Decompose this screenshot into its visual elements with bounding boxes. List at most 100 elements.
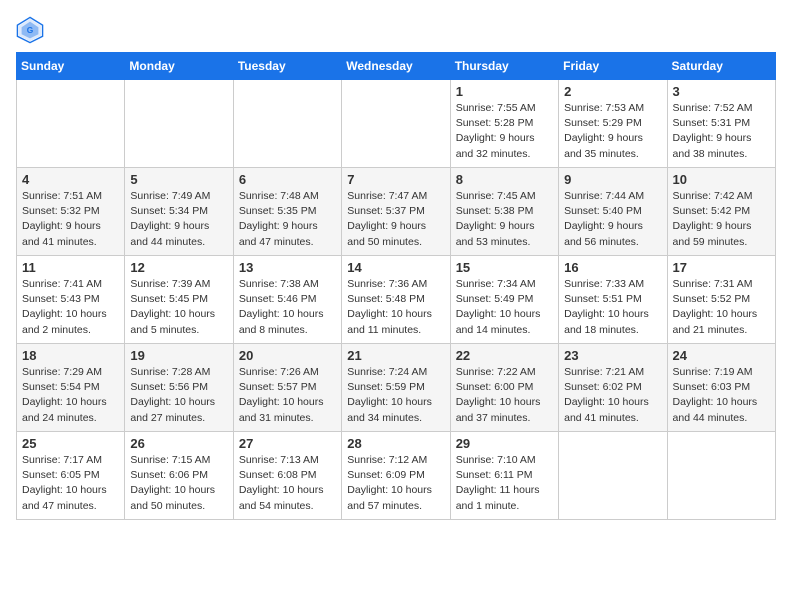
day-info: Sunrise: 7:26 AM Sunset: 5:57 PM Dayligh…: [239, 365, 336, 426]
calendar-body: 1Sunrise: 7:55 AM Sunset: 5:28 PM Daylig…: [17, 80, 776, 520]
day-info: Sunrise: 7:12 AM Sunset: 6:09 PM Dayligh…: [347, 453, 444, 514]
week-row-2: 4 Sunrise: 7:51 AM Sunset: 5:32 PM Daylig…: [17, 168, 776, 256]
calendar-cell: [342, 80, 450, 168]
calendar-cell: 19Sunrise: 7:28 AM Sunset: 5:56 PM Dayli…: [125, 344, 233, 432]
day-number: 27: [239, 436, 336, 451]
calendar-cell: 2 Sunrise: 7:53 AM Sunset: 5:29 PM Daylig…: [559, 80, 667, 168]
calendar-cell: 18 Sunrise: 7:29 AM Sunset: 5:54 PM Dayli…: [17, 344, 125, 432]
calendar-cell: 27 Sunrise: 7:13 AM Sunset: 6:08 PM Dayli…: [233, 432, 341, 520]
weekday-header-friday: Friday: [559, 53, 667, 80]
day-number: 14: [347, 260, 444, 275]
day-info: Sunrise: 7:21 AM Sunset: 6:02 PM Dayligh…: [564, 365, 661, 426]
calendar-cell: [667, 432, 775, 520]
day-number: 2: [564, 84, 661, 99]
day-info: Sunrise: 7:33 AM Sunset: 5:51 PM Dayligh…: [564, 277, 661, 338]
calendar-cell: 3 Sunrise: 7:52 AM Sunset: 5:31 PM Daylig…: [667, 80, 775, 168]
calendar-cell: 23 Sunrise: 7:21 AM Sunset: 6:02 PM Dayli…: [559, 344, 667, 432]
calendar-cell: 9 Sunrise: 7:44 AM Sunset: 5:40 PM Daylig…: [559, 168, 667, 256]
calendar-cell: [17, 80, 125, 168]
day-info: Sunrise: 7:24 AM Sunset: 5:59 PM Dayligh…: [347, 365, 444, 426]
day-number: 8: [456, 172, 553, 187]
calendar-cell: 12 Sunrise: 7:39 AM Sunset: 5:45 PM Dayli…: [125, 256, 233, 344]
calendar-cell: 16 Sunrise: 7:33 AM Sunset: 5:51 PM Dayli…: [559, 256, 667, 344]
day-number: 20: [239, 348, 336, 363]
day-number: 1: [456, 84, 553, 99]
page-header: G: [16, 16, 776, 44]
weekday-header-sunday: Sunday: [17, 53, 125, 80]
day-number: 22: [456, 348, 553, 363]
day-number: 9: [564, 172, 661, 187]
day-number: 24: [673, 348, 770, 363]
day-info: Sunrise: 7:19 AM Sunset: 6:03 PM Dayligh…: [673, 365, 770, 426]
day-info: Sunrise: 7:36 AM Sunset: 5:48 PM Dayligh…: [347, 277, 444, 338]
day-info: Sunrise: 7:48 AM Sunset: 5:35 PM Dayligh…: [239, 189, 336, 250]
day-number: 3: [673, 84, 770, 99]
day-info: Sunrise: 7:39 AM Sunset: 5:45 PM Dayligh…: [130, 277, 227, 338]
day-info: Sunrise: 7:15 AM Sunset: 6:06 PM Dayligh…: [130, 453, 227, 514]
weekday-header-row: SundayMondayTuesdayWednesdayThursdayFrid…: [17, 53, 776, 80]
weekday-header-saturday: Saturday: [667, 53, 775, 80]
day-info: Sunrise: 7:13 AM Sunset: 6:08 PM Dayligh…: [239, 453, 336, 514]
day-number: 18: [22, 348, 119, 363]
day-info: Sunrise: 7:41 AM Sunset: 5:43 PM Dayligh…: [22, 277, 119, 338]
day-number: 17: [673, 260, 770, 275]
calendar-cell: 14 Sunrise: 7:36 AM Sunset: 5:48 PM Dayli…: [342, 256, 450, 344]
day-number: 21: [347, 348, 444, 363]
calendar-cell: 4 Sunrise: 7:51 AM Sunset: 5:32 PM Daylig…: [17, 168, 125, 256]
day-number: 4: [22, 172, 119, 187]
calendar-cell: 21 Sunrise: 7:24 AM Sunset: 5:59 PM Dayli…: [342, 344, 450, 432]
calendar-cell: 10Sunrise: 7:42 AM Sunset: 5:42 PM Dayli…: [667, 168, 775, 256]
calendar-cell: 25 Sunrise: 7:17 AM Sunset: 6:05 PM Dayli…: [17, 432, 125, 520]
day-number: 23: [564, 348, 661, 363]
day-number: 5: [130, 172, 227, 187]
day-number: 13: [239, 260, 336, 275]
day-number: 29: [456, 436, 553, 451]
day-number: 6: [239, 172, 336, 187]
weekday-header-wednesday: Wednesday: [342, 53, 450, 80]
calendar-cell: 11 Sunrise: 7:41 AM Sunset: 5:43 PM Dayli…: [17, 256, 125, 344]
day-info: Sunrise: 7:51 AM Sunset: 5:32 PM Dayligh…: [22, 189, 119, 250]
calendar-cell: [559, 432, 667, 520]
calendar-cell: 24 Sunrise: 7:19 AM Sunset: 6:03 PM Dayli…: [667, 344, 775, 432]
day-number: 19: [130, 348, 227, 363]
calendar-cell: [233, 80, 341, 168]
calendar-cell: 7Sunrise: 7:47 AM Sunset: 5:37 PM Daylig…: [342, 168, 450, 256]
day-number: 10: [673, 172, 770, 187]
weekday-header-tuesday: Tuesday: [233, 53, 341, 80]
week-row-3: 11 Sunrise: 7:41 AM Sunset: 5:43 PM Dayli…: [17, 256, 776, 344]
calendar-cell: 26 Sunrise: 7:15 AM Sunset: 6:06 PM Dayli…: [125, 432, 233, 520]
day-number: 7: [347, 172, 444, 187]
week-row-1: 1Sunrise: 7:55 AM Sunset: 5:28 PM Daylig…: [17, 80, 776, 168]
weekday-header-thursday: Thursday: [450, 53, 558, 80]
day-info: Sunrise: 7:38 AM Sunset: 5:46 PM Dayligh…: [239, 277, 336, 338]
calendar-cell: 13 Sunrise: 7:38 AM Sunset: 5:46 PM Dayli…: [233, 256, 341, 344]
calendar-header: SundayMondayTuesdayWednesdayThursdayFrid…: [17, 53, 776, 80]
day-info: Sunrise: 7:52 AM Sunset: 5:31 PM Dayligh…: [673, 101, 770, 162]
calendar-cell: 6 Sunrise: 7:48 AM Sunset: 5:35 PM Daylig…: [233, 168, 341, 256]
calendar-cell: 8 Sunrise: 7:45 AM Sunset: 5:38 PM Daylig…: [450, 168, 558, 256]
day-info: Sunrise: 7:31 AM Sunset: 5:52 PM Dayligh…: [673, 277, 770, 338]
day-info: Sunrise: 7:49 AM Sunset: 5:34 PM Dayligh…: [130, 189, 227, 250]
day-number: 28: [347, 436, 444, 451]
day-number: 11: [22, 260, 119, 275]
calendar-cell: 1Sunrise: 7:55 AM Sunset: 5:28 PM Daylig…: [450, 80, 558, 168]
day-number: 25: [22, 436, 119, 451]
day-number: 16: [564, 260, 661, 275]
calendar-cell: 5 Sunrise: 7:49 AM Sunset: 5:34 PM Daylig…: [125, 168, 233, 256]
weekday-header-monday: Monday: [125, 53, 233, 80]
day-info: Sunrise: 7:44 AM Sunset: 5:40 PM Dayligh…: [564, 189, 661, 250]
day-info: Sunrise: 7:17 AM Sunset: 6:05 PM Dayligh…: [22, 453, 119, 514]
day-number: 26: [130, 436, 227, 451]
calendar-cell: [125, 80, 233, 168]
day-info: Sunrise: 7:45 AM Sunset: 5:38 PM Dayligh…: [456, 189, 553, 250]
logo: G: [16, 16, 48, 44]
logo-icon: G: [16, 16, 44, 44]
day-info: Sunrise: 7:53 AM Sunset: 5:29 PM Dayligh…: [564, 101, 661, 162]
day-info: Sunrise: 7:29 AM Sunset: 5:54 PM Dayligh…: [22, 365, 119, 426]
week-row-5: 25 Sunrise: 7:17 AM Sunset: 6:05 PM Dayli…: [17, 432, 776, 520]
day-number: 12: [130, 260, 227, 275]
calendar-cell: 22Sunrise: 7:22 AM Sunset: 6:00 PM Dayli…: [450, 344, 558, 432]
day-info: Sunrise: 7:34 AM Sunset: 5:49 PM Dayligh…: [456, 277, 553, 338]
calendar-cell: 20 Sunrise: 7:26 AM Sunset: 5:57 PM Dayli…: [233, 344, 341, 432]
calendar-cell: 29Sunrise: 7:10 AM Sunset: 6:11 PM Dayli…: [450, 432, 558, 520]
